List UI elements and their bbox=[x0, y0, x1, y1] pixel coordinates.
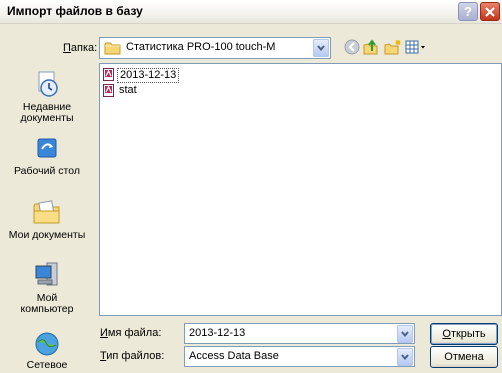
access-file-icon bbox=[103, 84, 114, 97]
chevron-down-icon bbox=[401, 354, 409, 360]
file-name: stat bbox=[119, 84, 137, 96]
file-name-label-rest: мя файла: bbox=[107, 327, 162, 339]
open-button[interactable]: Открыть bbox=[430, 323, 498, 345]
look-in-value: Статистика PRO-100 touch-M bbox=[126, 41, 276, 53]
file-name-input[interactable]: 2013-12-13 bbox=[184, 323, 415, 344]
place-label: Недавние документы bbox=[20, 101, 74, 124]
recent-documents-icon bbox=[38, 71, 58, 97]
help-icon: ? bbox=[464, 4, 472, 19]
desktop-icon bbox=[37, 138, 57, 158]
place-my-computer[interactable]: Мой компьютер bbox=[3, 260, 91, 315]
look-in-label-hotkey: П bbox=[63, 42, 71, 54]
access-file-icon bbox=[103, 68, 114, 81]
file-type-dropdown-button[interactable] bbox=[397, 348, 413, 366]
new-folder-icon[interactable] bbox=[384, 38, 402, 56]
place-desktop[interactable]: Рабочий стол bbox=[3, 135, 91, 177]
chevron-down-icon bbox=[317, 45, 325, 51]
place-my-documents[interactable]: Мои документы bbox=[3, 197, 91, 241]
file-name-value: 2013-12-13 bbox=[189, 327, 246, 339]
help-button[interactable]: ? bbox=[458, 2, 478, 21]
place-recent-documents[interactable]: Недавние документы bbox=[3, 69, 91, 124]
look-in-dropdown-button[interactable] bbox=[313, 39, 329, 57]
file-name: 2013-12-13 bbox=[117, 68, 180, 83]
file-type-label: Тип файлов: bbox=[100, 350, 164, 362]
file-list[interactable]: 2013-12-13 stat bbox=[99, 63, 502, 316]
place-label: Сетевое bbox=[26, 359, 68, 371]
file-name-dropdown-button[interactable] bbox=[397, 325, 413, 343]
import-files-dialog: Импорт файлов в базу ? Папка: Статистика… bbox=[0, 0, 502, 373]
window-title: Импорт файлов в базу bbox=[7, 4, 143, 18]
folder-icon bbox=[104, 42, 121, 55]
file-type-value: Access Data Base bbox=[189, 350, 279, 362]
look-in-label-rest: апка: bbox=[70, 42, 98, 54]
close-button[interactable] bbox=[480, 2, 500, 21]
place-network[interactable]: Сетевое bbox=[3, 331, 91, 371]
network-icon bbox=[35, 332, 59, 356]
my-computer-icon bbox=[35, 262, 58, 286]
file-type-label-rest: ип файлов: bbox=[106, 350, 165, 362]
file-name-label-hotkey: И bbox=[100, 327, 108, 339]
my-documents-icon bbox=[33, 200, 60, 224]
cancel-button[interactable]: Отмена bbox=[430, 346, 498, 368]
places-bar: Недавние документы Рабочий стол Мои доку… bbox=[3, 63, 93, 373]
close-icon bbox=[485, 6, 495, 17]
file-type-select[interactable]: Access Data Base bbox=[184, 346, 415, 367]
file-name-label: Имя файла: bbox=[100, 327, 161, 339]
place-label: Мой компьютер bbox=[20, 292, 74, 315]
back-icon[interactable] bbox=[343, 38, 361, 56]
look-in-combobox[interactable]: Статистика PRO-100 touch-M bbox=[99, 37, 331, 59]
place-label: Рабочий стол bbox=[14, 165, 80, 177]
view-menu-icon[interactable] bbox=[404, 38, 428, 56]
place-label: Мои документы bbox=[8, 229, 86, 241]
title-bar[interactable]: Импорт файлов в базу ? bbox=[0, 0, 502, 24]
open-button-label: ткрыть bbox=[450, 328, 486, 340]
up-folder-icon[interactable] bbox=[362, 38, 380, 56]
open-button-hotkey: О bbox=[442, 328, 451, 340]
chevron-down-icon bbox=[401, 331, 409, 337]
look-in-label: Папка: bbox=[63, 42, 97, 54]
